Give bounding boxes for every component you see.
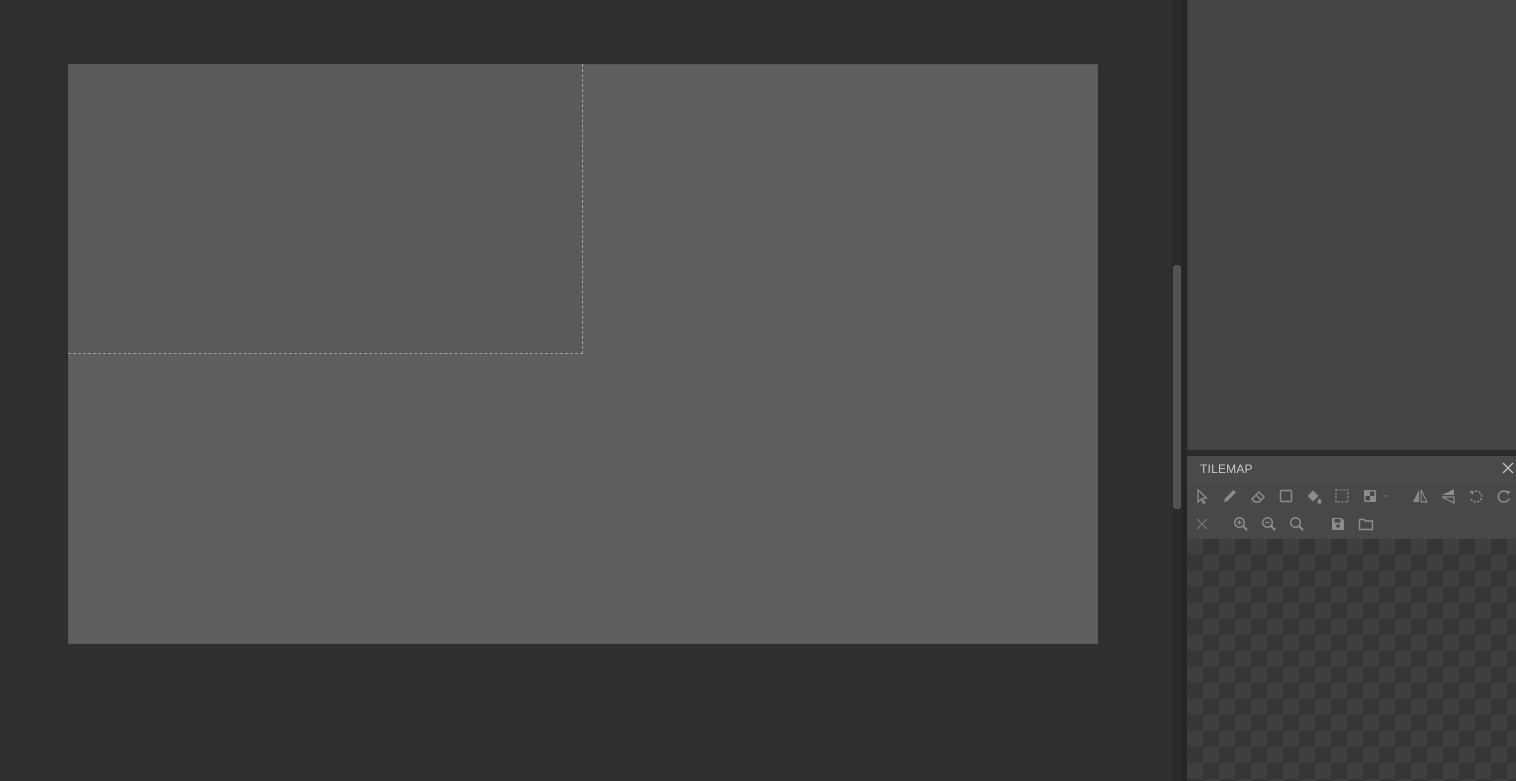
vertical-scroll-thumb[interactable] bbox=[1173, 265, 1181, 509]
scene-viewport[interactable] bbox=[0, 0, 1172, 781]
dashed-selection-icon[interactable] bbox=[1332, 486, 1352, 506]
tilemap-panel: TILEMAP bbox=[1187, 456, 1516, 781]
rotate-right-icon[interactable] bbox=[1494, 486, 1514, 506]
editor-window: TILEMAP bbox=[0, 0, 1516, 781]
dock-panel-top bbox=[1187, 0, 1516, 450]
zoom-reset-icon[interactable] bbox=[1287, 514, 1307, 534]
rotate-left-icon[interactable] bbox=[1466, 486, 1486, 506]
scene-canvas[interactable] bbox=[68, 64, 1098, 644]
rectangle-icon[interactable] bbox=[1276, 486, 1296, 506]
tilemap-toolbar bbox=[1187, 481, 1516, 539]
zoom-out-icon[interactable] bbox=[1259, 514, 1279, 534]
paint-bucket-icon[interactable] bbox=[1304, 486, 1324, 506]
vertical-scrollbar[interactable] bbox=[1172, 0, 1182, 781]
flip-vertical-icon[interactable] bbox=[1438, 486, 1458, 506]
tilemap-grid[interactable] bbox=[1187, 539, 1516, 781]
zoom-in-icon[interactable] bbox=[1231, 514, 1251, 534]
tiles-icon[interactable] bbox=[1360, 486, 1380, 506]
flip-horizontal-icon[interactable] bbox=[1410, 486, 1430, 506]
save-icon[interactable] bbox=[1328, 514, 1348, 534]
tilemap-title: TILEMAP bbox=[1200, 462, 1253, 476]
eraser-icon[interactable] bbox=[1248, 486, 1268, 506]
camera-bounds-rect bbox=[68, 64, 583, 354]
tilemap-header: TILEMAP bbox=[1187, 456, 1516, 481]
folder-icon[interactable] bbox=[1356, 514, 1376, 534]
cursor-icon[interactable] bbox=[1192, 486, 1212, 506]
pencil-icon[interactable] bbox=[1220, 486, 1240, 506]
chevron-down-icon[interactable] bbox=[1381, 486, 1391, 506]
close-icon[interactable] bbox=[1500, 460, 1516, 476]
clear-icon[interactable] bbox=[1192, 514, 1212, 534]
